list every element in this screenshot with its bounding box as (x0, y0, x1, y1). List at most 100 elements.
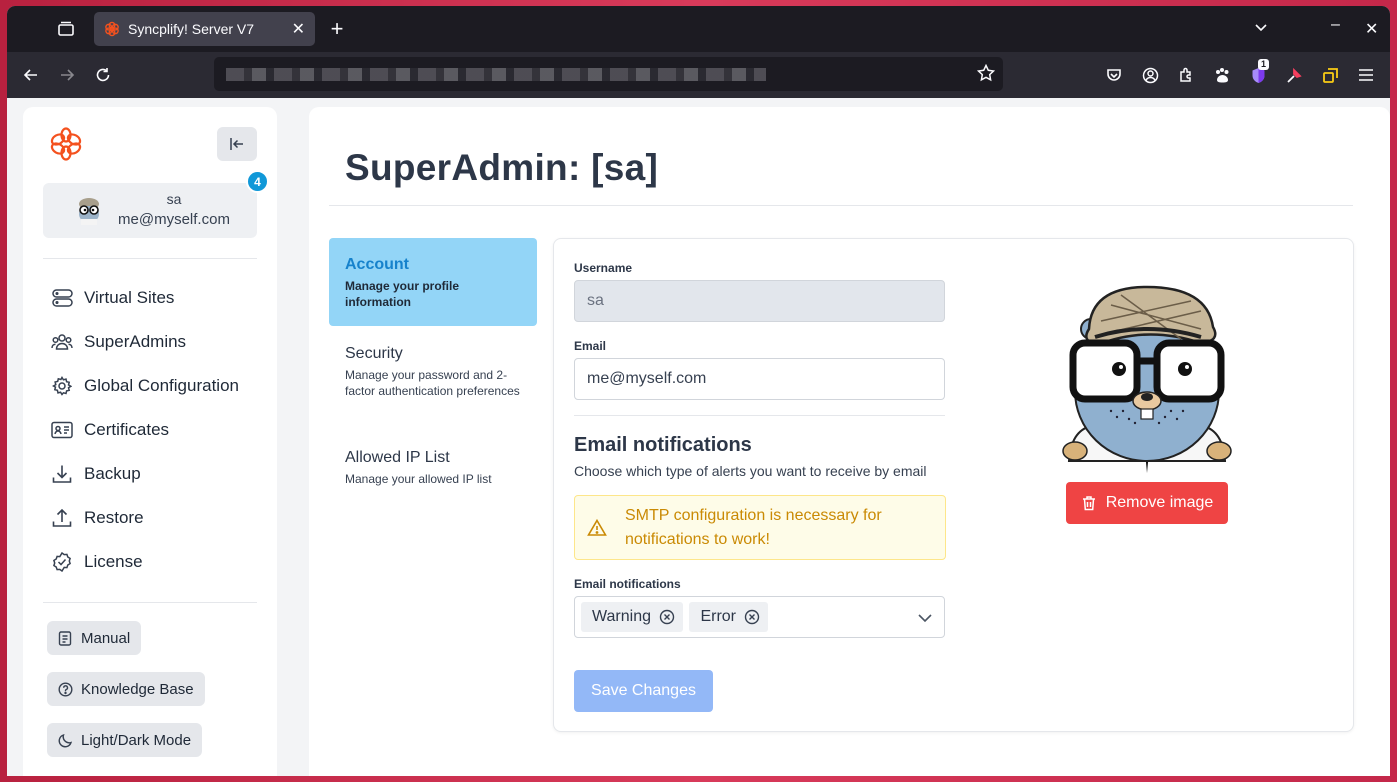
tab-title: Security (345, 345, 403, 362)
paw-extension-icon[interactable] (1212, 65, 1232, 85)
extensions-icon[interactable] (1176, 65, 1196, 85)
profile-image (1051, 281, 1243, 473)
avatar (75, 195, 103, 225)
tab-description: Manage your allowed IP list (345, 472, 492, 486)
sidebar: sa me@myself.com 4 Virtual Sites SuperAd… (23, 107, 277, 776)
list-all-tabs-icon[interactable] (1253, 19, 1269, 40)
username-field (574, 280, 945, 322)
sidebar-item-restore[interactable]: Restore (51, 504, 144, 532)
remove-chip-icon[interactable] (659, 609, 675, 625)
close-tab-icon[interactable]: ✕ (292, 19, 305, 39)
notifications-multiselect[interactable]: Warning Error (574, 596, 945, 638)
theme-toggle[interactable]: Light/Dark Mode (47, 723, 203, 757)
notifications-description: Choose which type of alerts you want to … (574, 463, 927, 479)
moon-icon (58, 732, 74, 748)
redacted-url (226, 68, 766, 81)
server-icon (51, 287, 73, 309)
account-form-panel: Username Email Email notifications Choos… (553, 238, 1354, 732)
collapse-icon (230, 138, 243, 150)
forward-icon[interactable] (56, 64, 78, 86)
browser-tab[interactable]: Syncplify! Server V7 ✕ (94, 12, 315, 46)
question-circle-icon (58, 681, 74, 697)
download-icon (51, 463, 73, 485)
notifications-select-label: Email notifications (574, 577, 681, 591)
sidebar-item-label: Backup (84, 464, 141, 483)
remove-chip-icon[interactable] (744, 609, 760, 625)
sidebar-item-superadmins[interactable]: SuperAdmins (51, 328, 186, 356)
window-extension-icon[interactable] (1320, 65, 1340, 85)
app-content: sa me@myself.com 4 Virtual Sites SuperAd… (7, 98, 1390, 776)
tab-title: Allowed IP List (345, 449, 450, 466)
address-bar[interactable] (214, 57, 1003, 91)
sidebar-item-virtual-sites[interactable]: Virtual Sites (51, 284, 174, 312)
smtp-warning-text: SMTP configuration is necessary for noti… (625, 506, 882, 548)
gear-icon (51, 375, 73, 397)
knowledge-base-label: Knowledge Base (81, 680, 194, 698)
tab-description: Manage your password and 2-factor authen… (345, 368, 520, 398)
nav-toolbar: 1 (7, 52, 1390, 98)
sidebar-divider (43, 602, 257, 603)
check-badge-icon (51, 551, 73, 573)
save-changes-button[interactable]: Save Changes (574, 670, 713, 712)
sidebar-item-label: Global Configuration (84, 376, 239, 395)
collapse-sidebar-button[interactable] (217, 127, 257, 161)
tab-bar: Syncplify! Server V7 ✕ + – ✕ (7, 6, 1390, 52)
tab-title: Syncplify! Server V7 (128, 21, 255, 37)
user-email: me@myself.com (118, 211, 230, 228)
knowledge-base-link[interactable]: Knowledge Base (47, 672, 205, 706)
tab-description: Manage your profile information (345, 279, 460, 309)
shield-extension-icon[interactable]: 1 (1248, 59, 1270, 85)
back-icon[interactable] (20, 64, 42, 86)
syncplify-favicon-icon (104, 21, 120, 37)
username-label: Username (574, 261, 633, 275)
manual-link[interactable]: Manual (47, 621, 142, 655)
reload-icon[interactable] (92, 64, 114, 86)
title-divider (329, 205, 1353, 206)
sidebar-item-label: Restore (84, 508, 144, 527)
sidebar-item-label: SuperAdmins (84, 332, 187, 351)
window-close-icon[interactable]: ✕ (1365, 19, 1378, 39)
sidebar-item-label: Certificates (84, 420, 170, 439)
tab-allowed-ip-list[interactable]: Allowed IP List Manage your allowed IP l… (329, 431, 537, 505)
id-card-icon (51, 419, 73, 441)
syncplify-logo-icon[interactable] (49, 127, 83, 161)
email-field[interactable] (574, 358, 945, 400)
remove-image-button[interactable]: Remove image (1066, 482, 1228, 524)
trash-icon (1081, 495, 1097, 511)
tab-list-icon[interactable] (53, 18, 79, 40)
users-icon (51, 331, 73, 353)
chevron-down-icon[interactable] (916, 609, 934, 627)
theme-toggle-label: Light/Dark Mode (81, 731, 192, 749)
pocket-icon[interactable] (1104, 65, 1124, 85)
form-divider (574, 415, 945, 416)
sidebar-item-label: License (84, 552, 143, 571)
chip-label: Error (700, 608, 736, 625)
remove-image-label: Remove image (1105, 494, 1214, 511)
browser-window: Syncplify! Server V7 ✕ + – ✕ 1 sa me@mys… (7, 6, 1390, 776)
menu-icon[interactable] (1356, 65, 1376, 85)
sidebar-item-label: Virtual Sites (84, 288, 175, 307)
user-card[interactable]: sa me@myself.com (43, 183, 257, 238)
new-tab-icon[interactable]: + (325, 17, 349, 41)
sidebar-divider (43, 258, 257, 259)
chip-error: Error (689, 602, 768, 632)
warning-triangle-icon (587, 518, 607, 538)
page-title: SuperAdmin: [sa] (345, 147, 659, 188)
tab-title: Account (345, 256, 409, 273)
bookmark-star-icon[interactable] (976, 63, 996, 87)
main-panel: SuperAdmin: [sa] Account Manage your pro… (309, 107, 1390, 776)
smtp-warning: SMTP configuration is necessary for noti… (574, 495, 946, 560)
notification-badge[interactable]: 4 (246, 170, 269, 193)
account-icon[interactable] (1140, 65, 1160, 85)
sidebar-item-license[interactable]: License (51, 548, 143, 576)
book-icon (58, 630, 74, 646)
manual-label: Manual (81, 629, 131, 647)
pin-extension-icon[interactable] (1284, 65, 1304, 85)
minimize-icon[interactable]: – (1331, 16, 1340, 34)
tab-account[interactable]: Account Manage your profile information (329, 238, 537, 326)
tab-security[interactable]: Security Manage your password and 2-fact… (329, 327, 537, 417)
sidebar-item-backup[interactable]: Backup (51, 460, 141, 488)
sidebar-item-global-configuration[interactable]: Global Configuration (51, 372, 239, 400)
extension-badge: 1 (1258, 59, 1270, 70)
sidebar-item-certificates[interactable]: Certificates (51, 416, 169, 444)
